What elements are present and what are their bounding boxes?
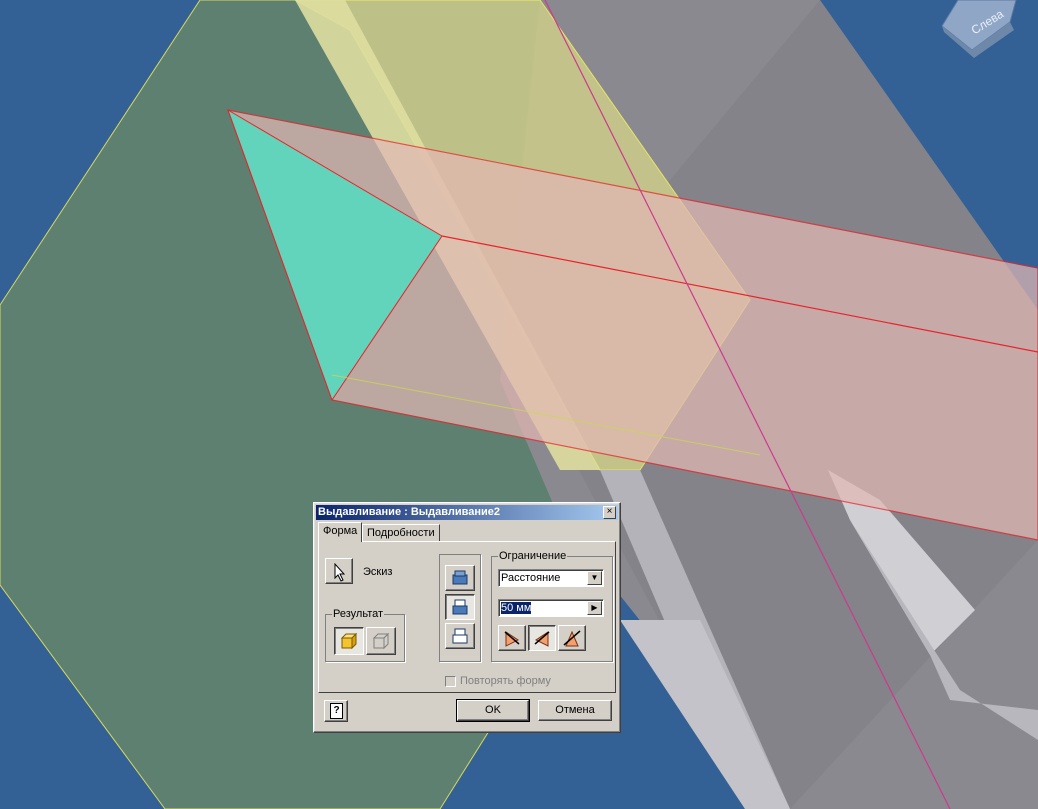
cancel-button[interactable]: Отмена (538, 700, 612, 721)
distance-input[interactable]: 50 мм ▶ (498, 599, 604, 617)
viewcube[interactable]: Слева (938, 0, 1038, 60)
profile-select-button[interactable] (325, 558, 353, 584)
extent-type-value: Расстояние (501, 572, 561, 584)
repeat-shape-label: Повторять форму (460, 675, 551, 687)
repeat-shape-checkbox[interactable] (445, 676, 456, 687)
join-button[interactable] (445, 565, 475, 591)
tab-shape[interactable]: Форма (318, 522, 363, 542)
direction-right-icon (534, 631, 550, 647)
ok-button[interactable]: OK (456, 699, 530, 722)
help-button[interactable]: ? (324, 700, 348, 722)
extrude-dialog: Выдавливание : Выдавливание2 × Форма Под… (313, 502, 621, 733)
intersect-button[interactable] (445, 623, 475, 649)
cursor-arrow-icon (334, 562, 346, 582)
result-group-label: Результат (332, 608, 385, 620)
surface-button[interactable] (366, 627, 396, 655)
cut-icon (452, 599, 468, 615)
extent-group-label: Ограничение (498, 550, 568, 562)
chevron-right-icon[interactable]: ▶ (587, 601, 602, 615)
operation-group (439, 554, 481, 662)
extent-type-select[interactable]: Расстояние ▼ (498, 569, 604, 587)
symmetric-icon (563, 630, 581, 647)
join-icon (452, 570, 468, 585)
tab-panel-shape: Эскиз Результат Ограничение Расстояние ▼… (318, 541, 616, 693)
surface-cube-icon (372, 632, 390, 650)
extent-group: Ограничение Расстояние ▼ 50 мм ▶ (491, 550, 613, 662)
result-group: Результат (325, 608, 405, 662)
symmetric-button[interactable] (558, 625, 586, 651)
close-button[interactable]: × (603, 506, 616, 519)
intersect-icon (452, 628, 468, 644)
solid-button[interactable] (334, 627, 364, 655)
direction-1-button[interactable] (498, 625, 526, 651)
dialog-titlebar: Выдавливание : Выдавливание2 × (316, 505, 618, 520)
viewcube-icon (941, 0, 1017, 58)
tab-more[interactable]: Подробности (362, 524, 440, 541)
direction-left-icon (504, 631, 520, 647)
dialog-title: Выдавливание : Выдавливание2 (318, 506, 501, 518)
sketch-label: Эскиз (363, 566, 393, 578)
distance-value: 50 мм (501, 602, 532, 614)
solid-cube-icon (340, 632, 358, 650)
help-icon: ? (330, 703, 343, 719)
chevron-down-icon[interactable]: ▼ (587, 571, 602, 585)
direction-2-button[interactable] (528, 625, 556, 651)
cut-button[interactable] (445, 594, 475, 620)
